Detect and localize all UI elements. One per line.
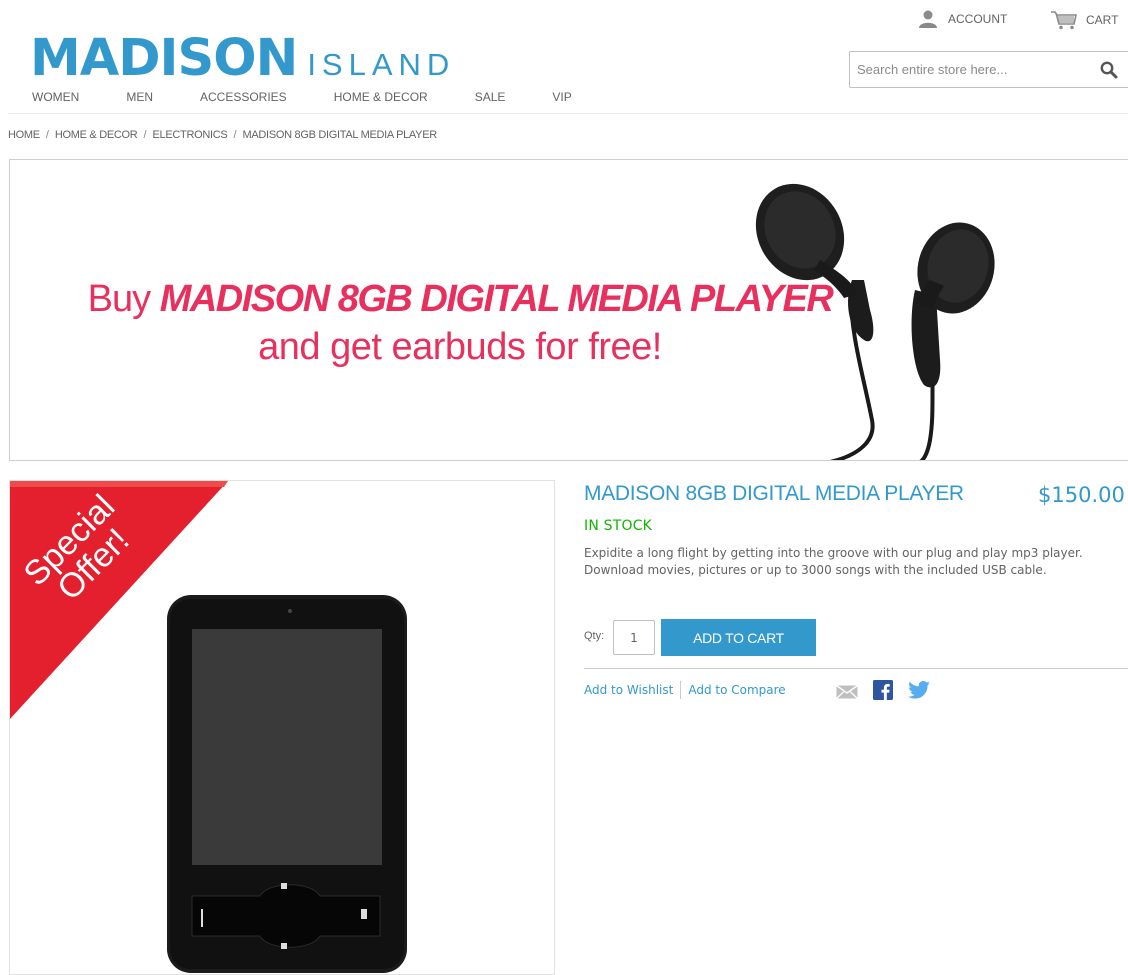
add-to-wishlist-link[interactable]: Add to Wishlist bbox=[584, 683, 673, 697]
twitter-icon[interactable] bbox=[908, 681, 930, 699]
nav-item-women[interactable]: WOMEN bbox=[32, 90, 79, 104]
banner-product: MADISON 8GB DIGITAL MEDIA PLAYER bbox=[159, 278, 834, 320]
user-icon bbox=[919, 10, 937, 28]
qty-label: Qty: bbox=[584, 630, 605, 642]
search-input[interactable] bbox=[850, 52, 1080, 87]
earbuds-image bbox=[755, 183, 995, 460]
add-to-compare-link[interactable]: Add to Compare bbox=[688, 683, 785, 697]
breadcrumb-separator: / bbox=[143, 129, 147, 141]
nav-item-home-decor[interactable]: HOME & DECOR bbox=[334, 90, 428, 104]
nav-item-sale[interactable]: SALE bbox=[475, 90, 506, 104]
qty-input[interactable] bbox=[613, 620, 655, 655]
header-divider bbox=[8, 113, 1128, 114]
link-separator bbox=[680, 681, 682, 699]
cart-link[interactable]: CART bbox=[1050, 10, 1118, 30]
breadcrumb-home-decor[interactable]: HOME & DECOR bbox=[55, 129, 138, 141]
email-icon[interactable] bbox=[836, 685, 858, 699]
breadcrumb-electronics[interactable]: ELECTRONICS bbox=[153, 129, 228, 141]
account-link[interactable]: ACCOUNT bbox=[918, 10, 1007, 28]
nav-item-accessories[interactable]: ACCESSORIES bbox=[200, 90, 287, 104]
cart-label: CART bbox=[1086, 13, 1119, 27]
logo-main-text: MADISON bbox=[30, 29, 298, 88]
product-name: MADISON 8GB DIGITAL MEDIA PLAYER bbox=[584, 482, 964, 505]
product-actions: Add to Wishlist Add to Compare bbox=[584, 681, 786, 699]
search-icon[interactable] bbox=[1100, 61, 1118, 79]
breadcrumb-separator: / bbox=[45, 129, 49, 141]
breadcrumb: HOME / HOME & DECOR / ELECTRONICS / MADI… bbox=[8, 129, 437, 141]
product-price: $150.00 bbox=[1038, 483, 1125, 507]
product-description: Expidite a long flight by getting into t… bbox=[584, 546, 1083, 577]
banner-prefix: Buy bbox=[87, 278, 151, 320]
nav-item-vip[interactable]: VIP bbox=[552, 90, 571, 104]
stock-status: IN STOCK bbox=[584, 518, 653, 534]
facebook-icon[interactable] bbox=[873, 680, 893, 700]
logo-sub-text: ISLAND bbox=[307, 47, 456, 82]
breadcrumb-separator: / bbox=[233, 129, 237, 141]
site-logo[interactable]: MADISON ISLAND bbox=[30, 29, 456, 88]
cart-icon bbox=[1051, 11, 1077, 30]
main-nav: WOMEN MEN ACCESSORIES HOME & DECOR SALE … bbox=[32, 90, 619, 104]
breadcrumb-current: MADISON 8GB DIGITAL MEDIA PLAYER bbox=[242, 129, 438, 141]
nav-item-men[interactable]: MEN bbox=[126, 90, 153, 104]
account-label: ACCOUNT bbox=[948, 12, 1008, 26]
add-to-cart-button[interactable]: ADD TO CART bbox=[661, 619, 816, 656]
search-box bbox=[849, 51, 1128, 88]
promo-banner[interactable]: Buy MADISON 8GB DIGITAL MEDIA PLAYER and… bbox=[9, 159, 1128, 461]
info-divider bbox=[584, 668, 1128, 669]
product-image-panel[interactable]: Special Offer! bbox=[9, 480, 555, 975]
breadcrumb-home[interactable]: HOME bbox=[8, 129, 40, 141]
media-player-image bbox=[167, 595, 407, 973]
